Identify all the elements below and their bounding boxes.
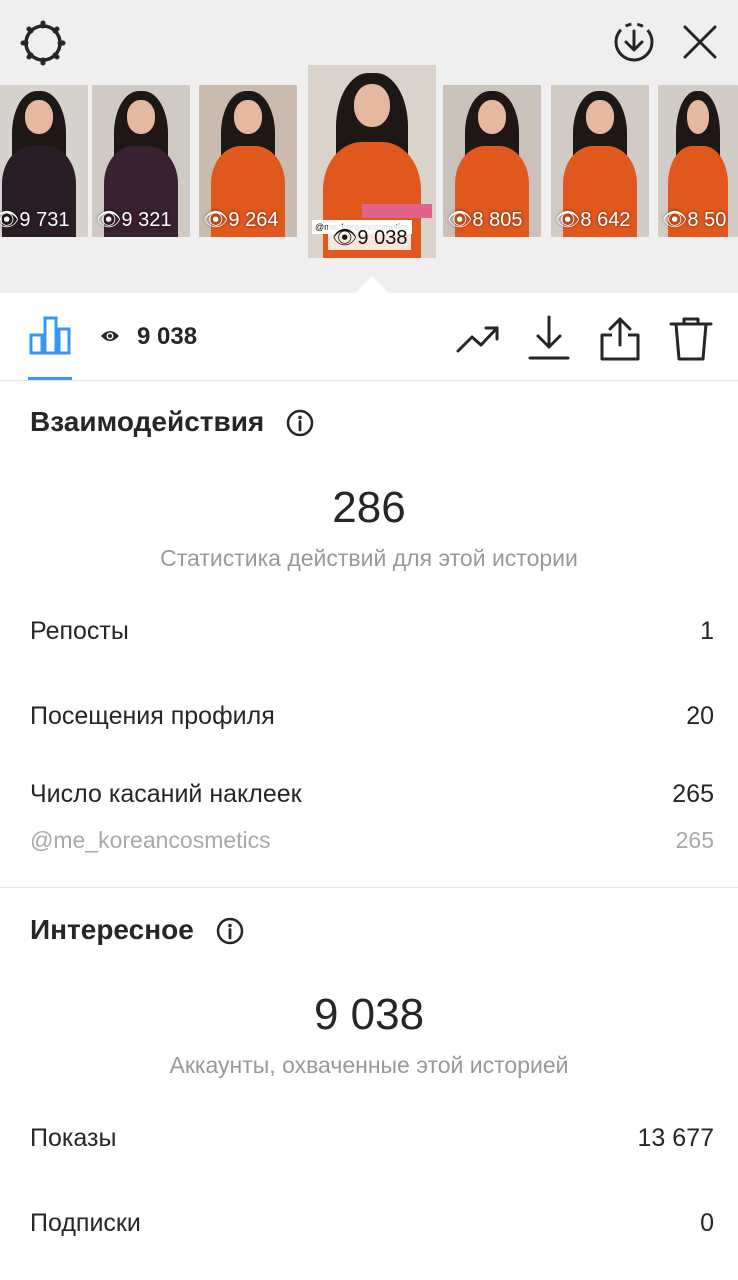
thumbnail-views: 👁8 50 [662,209,727,231]
story-thumbnail[interactable]: 👁9 731 [0,85,88,237]
story-thumbnail[interactable]: 👁9 321 [92,85,190,237]
trend-icon[interactable] [455,315,501,361]
dashed-circle-download-icon[interactable] [612,20,656,64]
story-thumbnail-strip[interactable]: 👁9 731 👁9 321 👁9 264 @me_koreancosmetics… [0,65,738,260]
section-divider [0,887,738,888]
thumbnail-pink-caption [362,204,432,218]
profile-visits-value: 20 [686,702,714,730]
thumbnail-views: 👁8 805 [447,209,523,231]
selection-pointer [354,276,390,294]
reach-total: 9 038 [313,990,425,1039]
story-toolbar: 9 038 [0,293,738,381]
story-thumbnail[interactable]: 👁8 805 [443,85,541,237]
bar-chart-icon[interactable] [28,315,72,355]
interactions-title: Взаимодействия [30,406,265,437]
story-strip-area: 👁9 731 👁9 321 👁9 264 @me_koreancosmetics… [0,0,738,294]
thumbnail-views: 👁9 321 [96,209,172,231]
impressions-label: Показы [30,1124,117,1152]
close-icon[interactable] [680,22,720,62]
sticker-mention-label[interactable]: @me_koreancosmetics [30,827,271,854]
reach-subtitle: Аккаунты, охваченные этой историей [169,1052,569,1078]
info-icon[interactable] [216,917,244,945]
thumbnail-views: 👁9 038 [328,225,412,250]
reposts-label: Репосты [30,617,129,645]
story-thumbnail[interactable]: 👁8 642 [551,85,649,237]
thumbnail-views: 👁8 642 [555,209,631,231]
eye-icon [101,331,119,341]
reposts-value: 1 [700,617,714,645]
follows-label: Подписки [30,1209,141,1237]
trash-icon[interactable] [668,315,714,361]
discovery-title: Интересное [30,914,194,945]
share-icon[interactable] [597,315,643,361]
sticker-taps-value: 265 [672,780,714,808]
follows-value: 0 [700,1209,714,1237]
info-icon[interactable] [286,409,314,437]
story-thumbnail[interactable]: 👁8 50 [658,85,738,237]
thumbnail-views: 👁9 731 [0,209,70,231]
thumbnail-views: 👁9 264 [203,209,279,231]
impressions-value: 13 677 [637,1124,714,1152]
profile-visits-label: Посещения профиля [30,702,275,730]
views-count: 9 038 [137,323,198,350]
sticker-mention-value: 265 [675,827,714,853]
sticker-taps-label: Число касаний наклеек [30,780,302,808]
story-thumbnail-selected[interactable]: @me_koreancosmetics 👁9 038 [308,65,436,258]
interactions-subtitle: Статистика действий для этой истории [160,545,578,571]
download-icon[interactable] [526,315,572,361]
gear-icon[interactable] [20,20,66,66]
active-tab-indicator [28,377,72,380]
interactions-total: 286 [332,483,406,532]
story-thumbnail[interactable]: 👁9 264 [199,85,297,237]
